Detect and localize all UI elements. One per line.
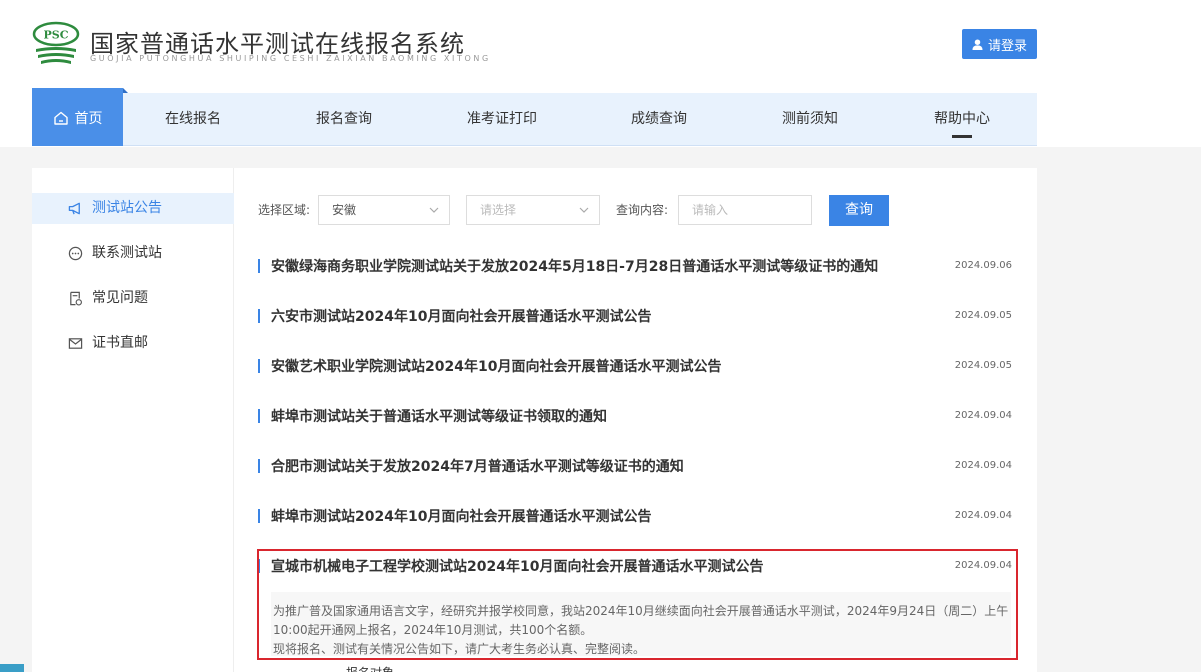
main-panel: 测试站公告 联系测试站 常见问题 证书直邮 选择区域: 安徽 请选择 查询内容:…: [32, 168, 1037, 672]
sidebar-label: 联系测试站: [92, 245, 162, 261]
login-label: 请登录: [987, 38, 1027, 54]
news-item[interactable]: 蚌埠市测试站2024年10月面向社会开展普通话水平测试公告 2024.09.04: [258, 490, 1018, 540]
news-date: 2024.09.04: [954, 410, 1012, 421]
nav-label: 在线报名: [165, 111, 221, 127]
news-title: 蚌埠市测试站2024年10月面向社会开展普通话水平测试公告: [271, 509, 652, 525]
news-marker: [258, 259, 260, 273]
nav-item-help-center[interactable]: 帮助中心: [891, 93, 1033, 146]
nav-label: 帮助中心: [934, 111, 990, 127]
site-subtitle: GUOJIA PUTONGHUA SHUIPING CESHI ZAIXIAN …: [90, 54, 491, 63]
chevron-down-icon: [579, 207, 589, 213]
news-date: 2024.09.05: [954, 310, 1012, 321]
document-question-icon: [70, 291, 82, 306]
news-marker: [258, 309, 260, 323]
nav-item-registration-query[interactable]: 报名查询: [273, 93, 415, 146]
sidebar-item-station-announcements[interactable]: 测试站公告: [32, 193, 234, 224]
news-title: 蚌埠市测试站关于普通话水平测试等级证书领取的通知: [271, 409, 607, 425]
sidebar-label: 测试站公告: [92, 200, 162, 216]
news-marker: [258, 459, 260, 473]
sidebar-item-certificate-mail[interactable]: 证书直邮: [32, 328, 234, 359]
city-select[interactable]: 请选择: [466, 195, 600, 225]
home-icon: [53, 111, 68, 125]
nav-label: 准考证打印: [467, 111, 537, 127]
page-header: PSC 国家普通话水平测试在线报名系统 GUOJIA PUTONGHUA SHU…: [0, 0, 1201, 147]
news-item[interactable]: 安徽绿海商务职业学院测试站关于发放2024年5月18日-7月28日普通话水平测试…: [258, 240, 1018, 290]
logo-mark-text: PSC: [44, 29, 69, 42]
sidebar-item-faq[interactable]: 常见问题: [32, 283, 234, 314]
city-placeholder: 请选择: [480, 203, 517, 217]
search-button[interactable]: 查询: [829, 195, 889, 226]
sidebar-label: 证书直邮: [92, 335, 148, 351]
news-item[interactable]: 合肥市测试站关于发放2024年7月普通话水平测试等级证书的通知 2024.09.…: [258, 440, 1018, 490]
news-date: 2024.09.06: [954, 260, 1012, 271]
nav-item-admission-ticket[interactable]: 准考证打印: [425, 93, 579, 146]
news-title: 安徽艺术职业学院测试站2024年10月面向社会开展普通话水平测试公告: [271, 359, 722, 375]
region-label: 选择区域:: [258, 203, 311, 217]
megaphone-icon: [68, 202, 80, 215]
mail-icon: [68, 338, 83, 349]
nav-active-underline: [952, 135, 972, 138]
news-title: 安徽绿海商务职业学院测试站关于发放2024年5月18日-7月28日普通话水平测试…: [271, 259, 879, 275]
news-title: 六安市测试站2024年10月面向社会开展普通话水平测试公告: [271, 309, 652, 325]
news-marker: [258, 509, 260, 523]
news-item[interactable]: 六安市测试站2024年10月面向社会开展普通话水平测试公告 2024.09.05: [258, 290, 1018, 340]
query-placeholder: 请输入: [692, 203, 729, 217]
news-marker: [258, 409, 260, 423]
nav-item-test-notice[interactable]: 测前须知: [739, 93, 881, 146]
chat-icon: [68, 246, 83, 261]
query-input[interactable]: 请输入: [678, 195, 812, 225]
site-logo[interactable]: PSC 国家普通话水平测试在线报名系统 GUOJIA PUTONGHUA SHU…: [32, 20, 488, 70]
province-value: 安徽: [332, 203, 357, 217]
sidebar: 测试站公告 联系测试站 常见问题 证书直邮: [32, 168, 234, 672]
chevron-down-icon: [429, 207, 439, 213]
nav-label: 报名查询: [316, 111, 372, 127]
nav-label: 测前须知: [782, 111, 838, 127]
login-button[interactable]: 请登录: [962, 29, 1037, 59]
query-label: 查询内容:: [616, 203, 669, 217]
main-nav: 首页 在线报名 报名查询 准考证打印 成绩查询 测前须知 帮助中心: [32, 88, 1037, 146]
filter-bar: 选择区域: 安徽 请选择 查询内容: 请输入 查询: [258, 195, 1018, 226]
nav-item-score-query[interactable]: 成绩查询: [588, 93, 730, 146]
news-date: 2024.09.04: [954, 510, 1012, 521]
floating-widget-edge[interactable]: [0, 664, 24, 672]
news-item[interactable]: 蚌埠市测试站关于普通话水平测试等级证书领取的通知 2024.09.04: [258, 390, 1018, 440]
user-icon: [972, 38, 983, 50]
selected-item-highlight: [257, 549, 1018, 660]
news-date: 2024.09.04: [954, 460, 1012, 471]
news-title: 合肥市测试站关于发放2024年7月普通话水平测试等级证书的通知: [271, 459, 684, 475]
nav-item-home[interactable]: 首页: [32, 88, 128, 146]
news-marker: [258, 359, 260, 373]
sidebar-label: 常见问题: [92, 290, 148, 306]
summary-section-heading: 一、报名对象: [322, 662, 394, 672]
nav-item-online-registration[interactable]: 在线报名: [123, 93, 263, 146]
nav-label: 成绩查询: [631, 111, 687, 127]
nav-label-home: 首页: [74, 111, 103, 127]
psc-logo-icon: PSC: [32, 21, 80, 64]
sidebar-item-contact-station[interactable]: 联系测试站: [32, 238, 234, 269]
news-item[interactable]: 安徽艺术职业学院测试站2024年10月面向社会开展普通话水平测试公告 2024.…: [258, 340, 1018, 390]
news-date: 2024.09.05: [954, 360, 1012, 371]
province-select[interactable]: 安徽: [318, 195, 450, 225]
